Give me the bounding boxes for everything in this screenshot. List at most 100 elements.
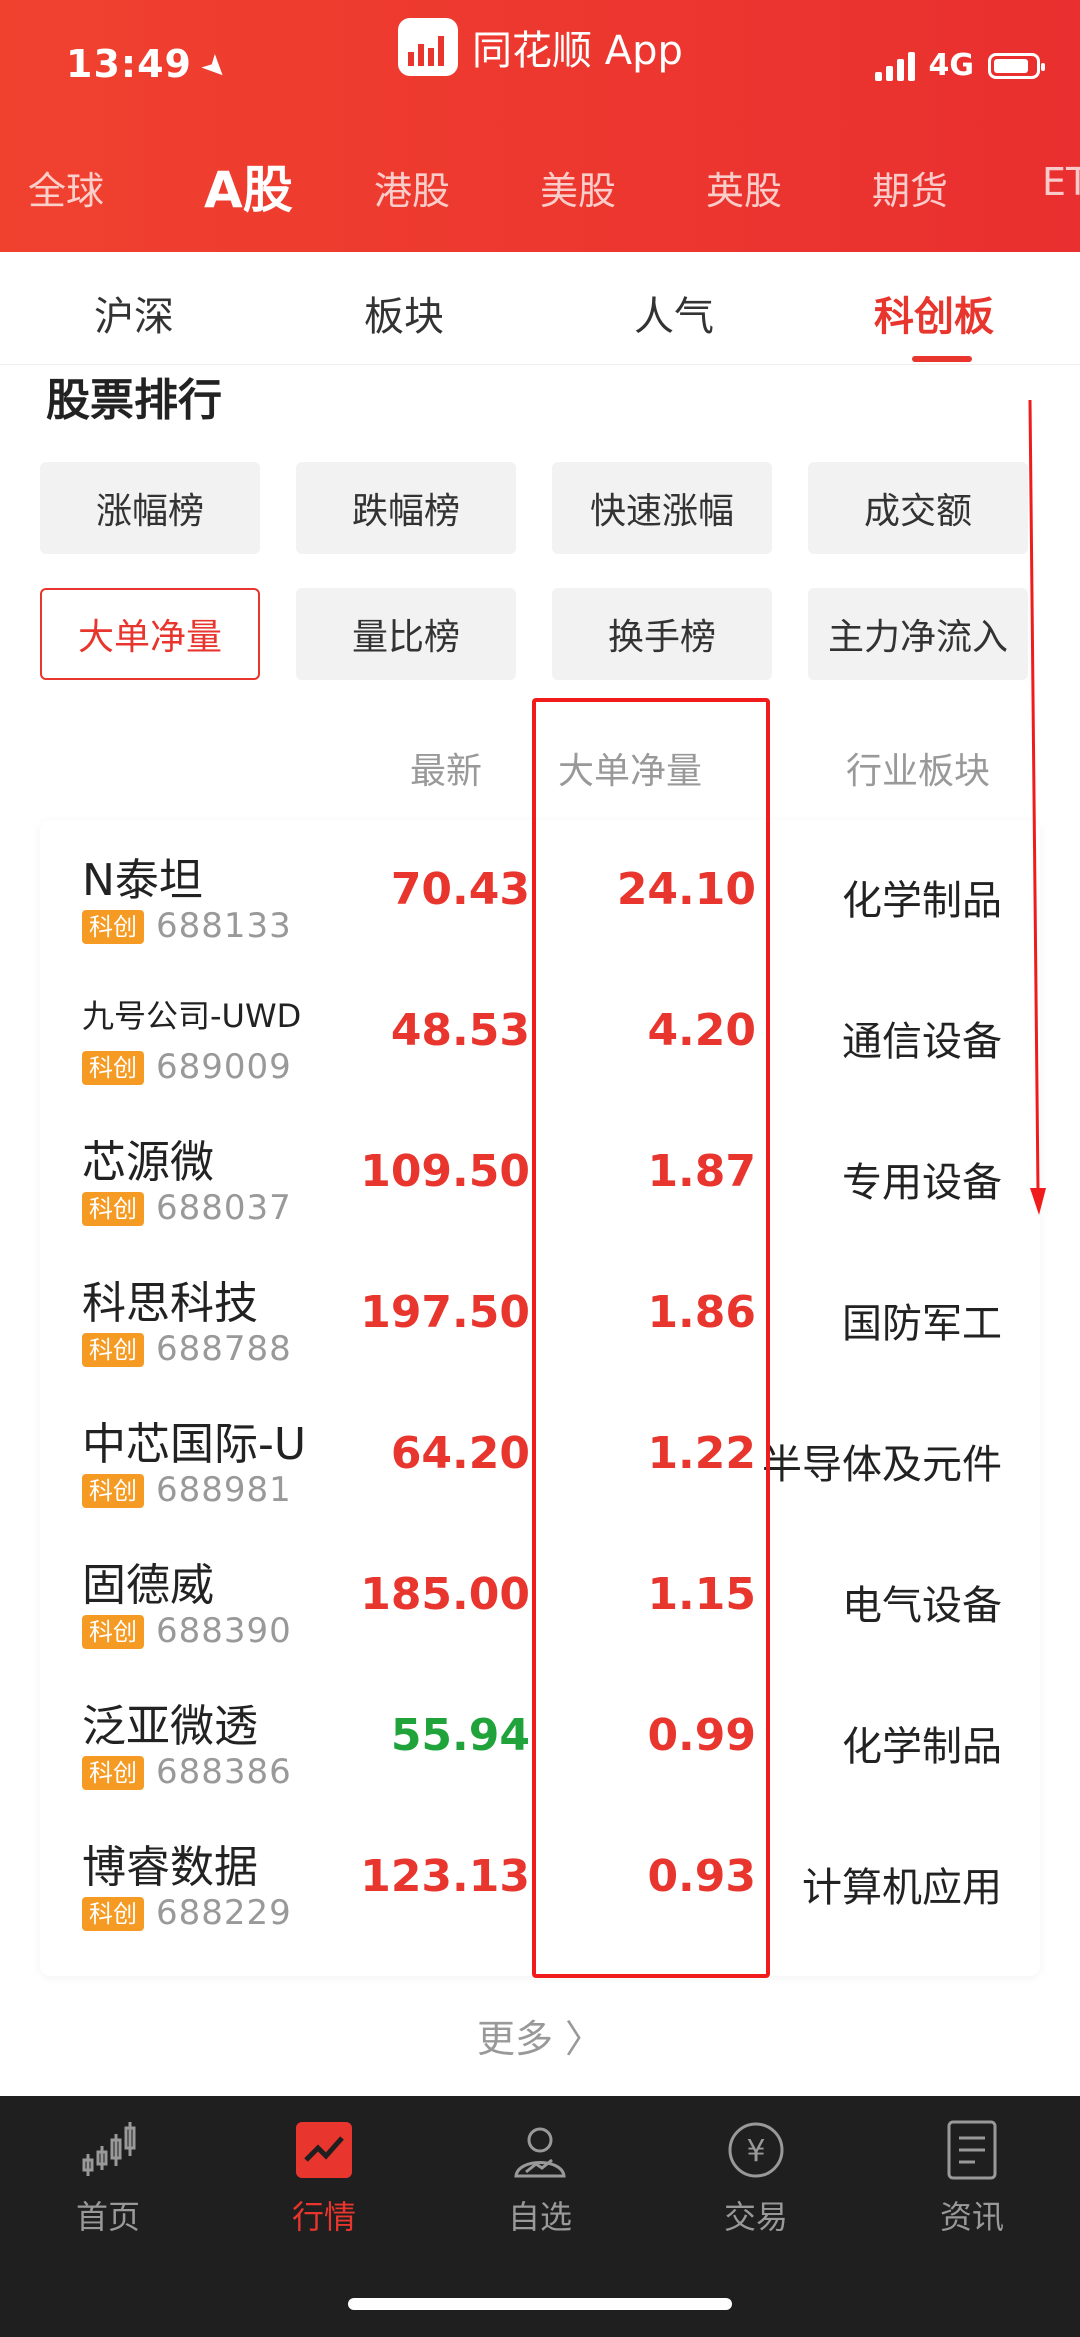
- nav-market[interactable]: 行情: [244, 2114, 404, 2238]
- star-market-tag: 科创: [82, 910, 144, 944]
- large-order-net: 24.10: [616, 864, 756, 915]
- tab-a-share[interactable]: A股: [204, 150, 293, 222]
- large-order-net: 1.22: [647, 1428, 756, 1479]
- table-row[interactable]: 科思科技 科创 688788 197.50 1.86 国防军工: [40, 1243, 1040, 1384]
- large-order-net: 1.15: [647, 1569, 756, 1620]
- industry: 电气设备: [842, 1583, 1002, 1629]
- stock-name: 博睿数据: [82, 1842, 258, 1893]
- network-type: 4G: [928, 48, 975, 83]
- stock-table: N泰坦 科创 688133 70.43 24.10 化学制品 九号公司-UWD …: [40, 820, 1040, 1976]
- stock-name: 中芯国际-U: [82, 1419, 307, 1470]
- stock-code: 688981: [156, 1470, 292, 1510]
- home-indicator: [348, 2298, 732, 2310]
- star-market-tag: 科创: [82, 1051, 144, 1085]
- table-row[interactable]: N泰坦 科创 688133 70.43 24.10 化学制品: [40, 820, 1040, 961]
- tab-etf[interactable]: ET: [1042, 160, 1080, 204]
- table-row[interactable]: 固德威 科创 688390 185.00 1.15 电气设备: [40, 1525, 1040, 1666]
- tab-futures[interactable]: 期货: [872, 160, 948, 215]
- filter-large-order-net[interactable]: 大单净量: [40, 588, 260, 680]
- star-market-tag: 科创: [82, 1474, 144, 1508]
- svg-text:¥: ¥: [746, 2134, 765, 2169]
- market-chart-icon: [288, 2114, 360, 2186]
- active-tab-underline: [912, 356, 972, 362]
- filter-turnover-rate[interactable]: 换手榜: [552, 588, 772, 680]
- col-header-industry: 行业板块: [846, 751, 991, 792]
- tab-global[interactable]: 全球: [28, 160, 104, 215]
- stock-name: 九号公司-UWD: [82, 997, 302, 1035]
- large-order-net: 0.99: [647, 1710, 756, 1761]
- subtab-hushen[interactable]: 沪深: [94, 284, 174, 342]
- app-header: 13:49➤ 同花顺 App 4G 全球 A股 港股 美股 英股 期货 ET: [0, 0, 1080, 252]
- stock-name: 芯源微: [82, 1137, 214, 1188]
- battery-icon: [988, 52, 1045, 79]
- yen-coin-icon: ¥: [720, 2114, 792, 2186]
- user-icon: [504, 2114, 576, 2186]
- stock-code: 688390: [156, 1611, 292, 1651]
- tab-us[interactable]: 美股: [540, 160, 616, 215]
- status-time: 13:49➤: [66, 42, 237, 90]
- tab-hk[interactable]: 港股: [374, 160, 450, 215]
- app-logo-icon: [398, 18, 458, 76]
- industry: 半导体及元件: [762, 1442, 1002, 1488]
- stock-name: N泰坦: [82, 855, 203, 906]
- signal-icon: [874, 51, 915, 81]
- annotation-scroll-arrow-icon: [1028, 400, 1046, 1215]
- stock-price: 64.20: [390, 1428, 530, 1479]
- industry: 化学制品: [842, 878, 1002, 924]
- nav-trade[interactable]: ¥ 交易: [676, 2114, 836, 2238]
- tab-uk[interactable]: 英股: [706, 160, 782, 215]
- subtab-popularity[interactable]: 人气: [634, 284, 714, 342]
- star-market-tag: 科创: [82, 1756, 144, 1790]
- stock-code: 688788: [156, 1329, 292, 1369]
- stock-name: 科思科技: [82, 1278, 258, 1329]
- table-row[interactable]: 九号公司-UWD 科创 689009 48.53 4.20 通信设备: [40, 961, 1040, 1102]
- stock-price: 55.94: [390, 1710, 530, 1761]
- industry: 专用设备: [842, 1160, 1002, 1206]
- stock-name: 泛亚微透: [82, 1701, 258, 1752]
- star-market-tag: 科创: [82, 1333, 144, 1367]
- stock-code: 688229: [156, 1893, 292, 1933]
- document-icon: [936, 2114, 1008, 2186]
- filter-main-inflow[interactable]: 主力净流入: [808, 588, 1028, 680]
- location-arrow-icon: ➤: [193, 45, 237, 90]
- star-market-tag: 科创: [82, 1192, 144, 1226]
- section-title: 股票排行: [46, 375, 222, 426]
- nav-watchlist[interactable]: 自选: [460, 2114, 620, 2238]
- filter-fast-rise[interactable]: 快速涨幅: [552, 462, 772, 554]
- col-header-large-order-net[interactable]: 大单净量: [558, 742, 702, 794]
- filter-volume-ratio[interactable]: 量比榜: [296, 588, 516, 680]
- table-row[interactable]: 博睿数据 科创 688229 123.13 0.93 计算机应用: [40, 1807, 1040, 1948]
- status-indicators: 4G: [874, 48, 1045, 83]
- stock-price: 123.13: [360, 1851, 530, 1902]
- star-market-tag: 科创: [82, 1897, 144, 1931]
- candlestick-icon: [72, 2114, 144, 2186]
- industry: 国防军工: [842, 1301, 1002, 1347]
- app-badge: 同花顺 App: [398, 18, 683, 76]
- large-order-net: 4.20: [647, 1005, 756, 1056]
- filter-turnover-amount[interactable]: 成交额: [808, 462, 1028, 554]
- stock-price: 70.43: [390, 864, 530, 915]
- filter-gainers[interactable]: 涨幅榜: [40, 462, 260, 554]
- industry: 通信设备: [842, 1019, 1002, 1065]
- stock-code: 688037: [156, 1188, 292, 1228]
- nav-news[interactable]: 资讯: [892, 2114, 1052, 2238]
- col-header-latest[interactable]: 最新: [410, 742, 482, 794]
- stock-code: 689009: [156, 1047, 292, 1087]
- stock-code: 688386: [156, 1752, 292, 1792]
- table-row[interactable]: 芯源微 科创 688037 109.50 1.87 专用设备: [40, 1102, 1040, 1243]
- large-order-net: 1.87: [647, 1146, 756, 1197]
- subtab-sector[interactable]: 板块: [364, 284, 444, 342]
- subtab-star-market[interactable]: 科创板: [874, 284, 994, 342]
- market-tabs: 全球 A股 港股 美股 英股 期货 ET: [0, 150, 1080, 230]
- star-market-tag: 科创: [82, 1615, 144, 1649]
- large-order-net: 1.86: [647, 1287, 756, 1338]
- table-row[interactable]: 中芯国际-U 科创 688981 64.20 1.22 半导体及元件: [40, 1384, 1040, 1525]
- industry: 化学制品: [842, 1724, 1002, 1770]
- stock-price: 185.00: [360, 1569, 530, 1620]
- table-row[interactable]: 泛亚微透 科创 688386 55.94 0.99 化学制品: [40, 1666, 1040, 1807]
- stock-name: 固德威: [82, 1560, 214, 1611]
- large-order-net: 0.93: [647, 1851, 756, 1902]
- filter-losers[interactable]: 跌幅榜: [296, 462, 516, 554]
- nav-home[interactable]: 首页: [28, 2114, 188, 2238]
- more-link[interactable]: 更多 〉: [0, 2008, 1080, 2063]
